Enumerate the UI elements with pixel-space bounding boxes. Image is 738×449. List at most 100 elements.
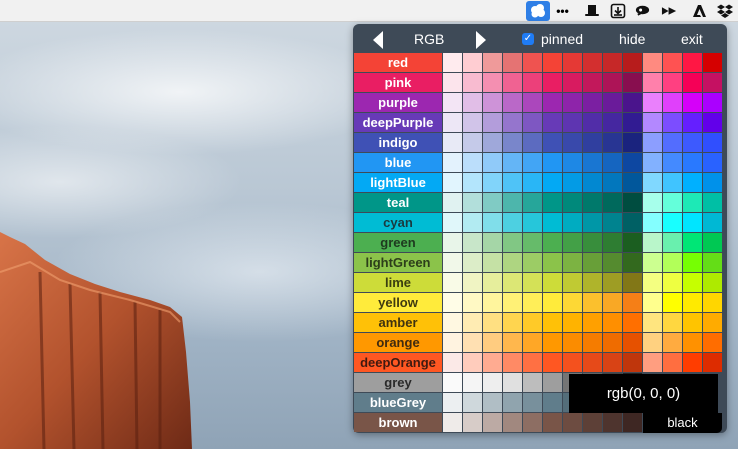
color-swatch[interactable] xyxy=(523,413,542,432)
color-label[interactable]: blueGrey xyxy=(354,393,442,412)
color-swatch[interactable] xyxy=(483,133,502,152)
color-swatch[interactable] xyxy=(643,93,662,112)
color-swatch[interactable] xyxy=(603,133,622,152)
color-swatch[interactable] xyxy=(483,73,502,92)
color-swatch[interactable] xyxy=(463,53,482,72)
color-swatch[interactable] xyxy=(543,173,562,192)
color-swatch[interactable] xyxy=(563,313,582,332)
color-swatch[interactable] xyxy=(483,153,502,172)
color-swatch[interactable] xyxy=(643,193,662,212)
color-swatch[interactable] xyxy=(643,333,662,352)
color-swatch[interactable] xyxy=(643,133,662,152)
color-swatch[interactable] xyxy=(443,293,462,312)
color-swatch[interactable] xyxy=(443,173,462,192)
color-swatch[interactable] xyxy=(523,313,542,332)
arrows-icon[interactable] xyxy=(661,3,678,19)
color-swatch[interactable] xyxy=(523,253,542,272)
color-swatch[interactable] xyxy=(463,353,482,372)
color-swatch[interactable] xyxy=(663,193,682,212)
color-swatch[interactable] xyxy=(523,333,542,352)
color-swatch[interactable] xyxy=(703,313,722,332)
color-swatch[interactable] xyxy=(503,233,522,252)
color-swatch[interactable] xyxy=(563,113,582,132)
color-swatch[interactable] xyxy=(623,353,642,372)
color-swatch[interactable] xyxy=(603,173,622,192)
color-swatch[interactable] xyxy=(483,353,502,372)
color-swatch[interactable] xyxy=(463,273,482,292)
color-swatch[interactable] xyxy=(483,373,502,392)
color-swatch[interactable] xyxy=(623,93,642,112)
color-swatch[interactable] xyxy=(643,213,662,232)
color-swatch[interactable] xyxy=(583,93,602,112)
color-swatch[interactable] xyxy=(703,273,722,292)
palette-app-icon[interactable] xyxy=(526,1,550,21)
color-swatch[interactable] xyxy=(563,413,582,432)
color-swatch[interactable] xyxy=(523,73,542,92)
color-swatch[interactable] xyxy=(463,313,482,332)
color-swatch[interactable] xyxy=(623,133,642,152)
color-swatch[interactable] xyxy=(663,93,682,112)
color-swatch[interactable] xyxy=(503,193,522,212)
color-swatch[interactable] xyxy=(483,173,502,192)
color-swatch[interactable] xyxy=(643,73,662,92)
color-swatch[interactable] xyxy=(603,93,622,112)
color-swatch[interactable] xyxy=(523,133,542,152)
color-swatch[interactable] xyxy=(683,53,702,72)
color-swatch[interactable] xyxy=(503,413,522,432)
color-swatch[interactable] xyxy=(683,353,702,372)
color-swatch[interactable] xyxy=(443,73,462,92)
color-swatch[interactable] xyxy=(643,153,662,172)
color-swatch[interactable] xyxy=(483,273,502,292)
color-swatch[interactable] xyxy=(443,53,462,72)
color-swatch[interactable] xyxy=(603,113,622,132)
color-swatch[interactable] xyxy=(683,233,702,252)
color-label[interactable]: deepOrange xyxy=(354,353,442,372)
color-swatch[interactable] xyxy=(643,173,662,192)
color-swatch[interactable] xyxy=(483,53,502,72)
color-swatch[interactable] xyxy=(583,133,602,152)
color-swatch[interactable] xyxy=(703,333,722,352)
color-swatch[interactable] xyxy=(623,53,642,72)
color-swatch[interactable] xyxy=(703,93,722,112)
color-swatch[interactable] xyxy=(683,253,702,272)
color-swatch[interactable] xyxy=(483,393,502,412)
color-swatch[interactable] xyxy=(583,113,602,132)
color-swatch[interactable] xyxy=(463,93,482,112)
color-swatch[interactable] xyxy=(663,293,682,312)
color-swatch[interactable] xyxy=(563,353,582,372)
color-swatch[interactable] xyxy=(543,193,562,212)
color-swatch[interactable] xyxy=(703,253,722,272)
color-swatch[interactable] xyxy=(443,133,462,152)
color-swatch[interactable] xyxy=(443,273,462,292)
color-swatch[interactable] xyxy=(583,413,602,432)
color-swatch[interactable] xyxy=(443,333,462,352)
color-swatch[interactable] xyxy=(503,393,522,412)
exit-button[interactable]: exit xyxy=(681,31,703,47)
color-swatch[interactable] xyxy=(543,53,562,72)
color-swatch[interactable] xyxy=(523,353,542,372)
color-swatch[interactable] xyxy=(623,413,642,432)
color-swatch[interactable] xyxy=(603,73,622,92)
color-label[interactable]: yellow xyxy=(354,293,442,312)
color-swatch[interactable] xyxy=(503,53,522,72)
color-swatch[interactable] xyxy=(563,93,582,112)
color-swatch[interactable] xyxy=(683,153,702,172)
color-swatch[interactable] xyxy=(503,273,522,292)
color-swatch[interactable] xyxy=(463,193,482,212)
color-swatch[interactable] xyxy=(523,113,542,132)
color-swatch[interactable] xyxy=(603,53,622,72)
color-swatch[interactable] xyxy=(503,353,522,372)
color-swatch[interactable] xyxy=(523,153,542,172)
color-swatch[interactable] xyxy=(483,193,502,212)
color-swatch[interactable] xyxy=(623,173,642,192)
color-swatch[interactable] xyxy=(503,313,522,332)
color-swatch[interactable] xyxy=(703,133,722,152)
color-swatch[interactable] xyxy=(623,273,642,292)
color-swatch[interactable] xyxy=(483,313,502,332)
color-swatch[interactable] xyxy=(643,53,662,72)
color-label[interactable]: green xyxy=(354,233,442,252)
color-swatch[interactable] xyxy=(663,233,682,252)
color-swatch[interactable] xyxy=(683,173,702,192)
color-swatch[interactable] xyxy=(443,113,462,132)
color-swatch[interactable] xyxy=(503,333,522,352)
